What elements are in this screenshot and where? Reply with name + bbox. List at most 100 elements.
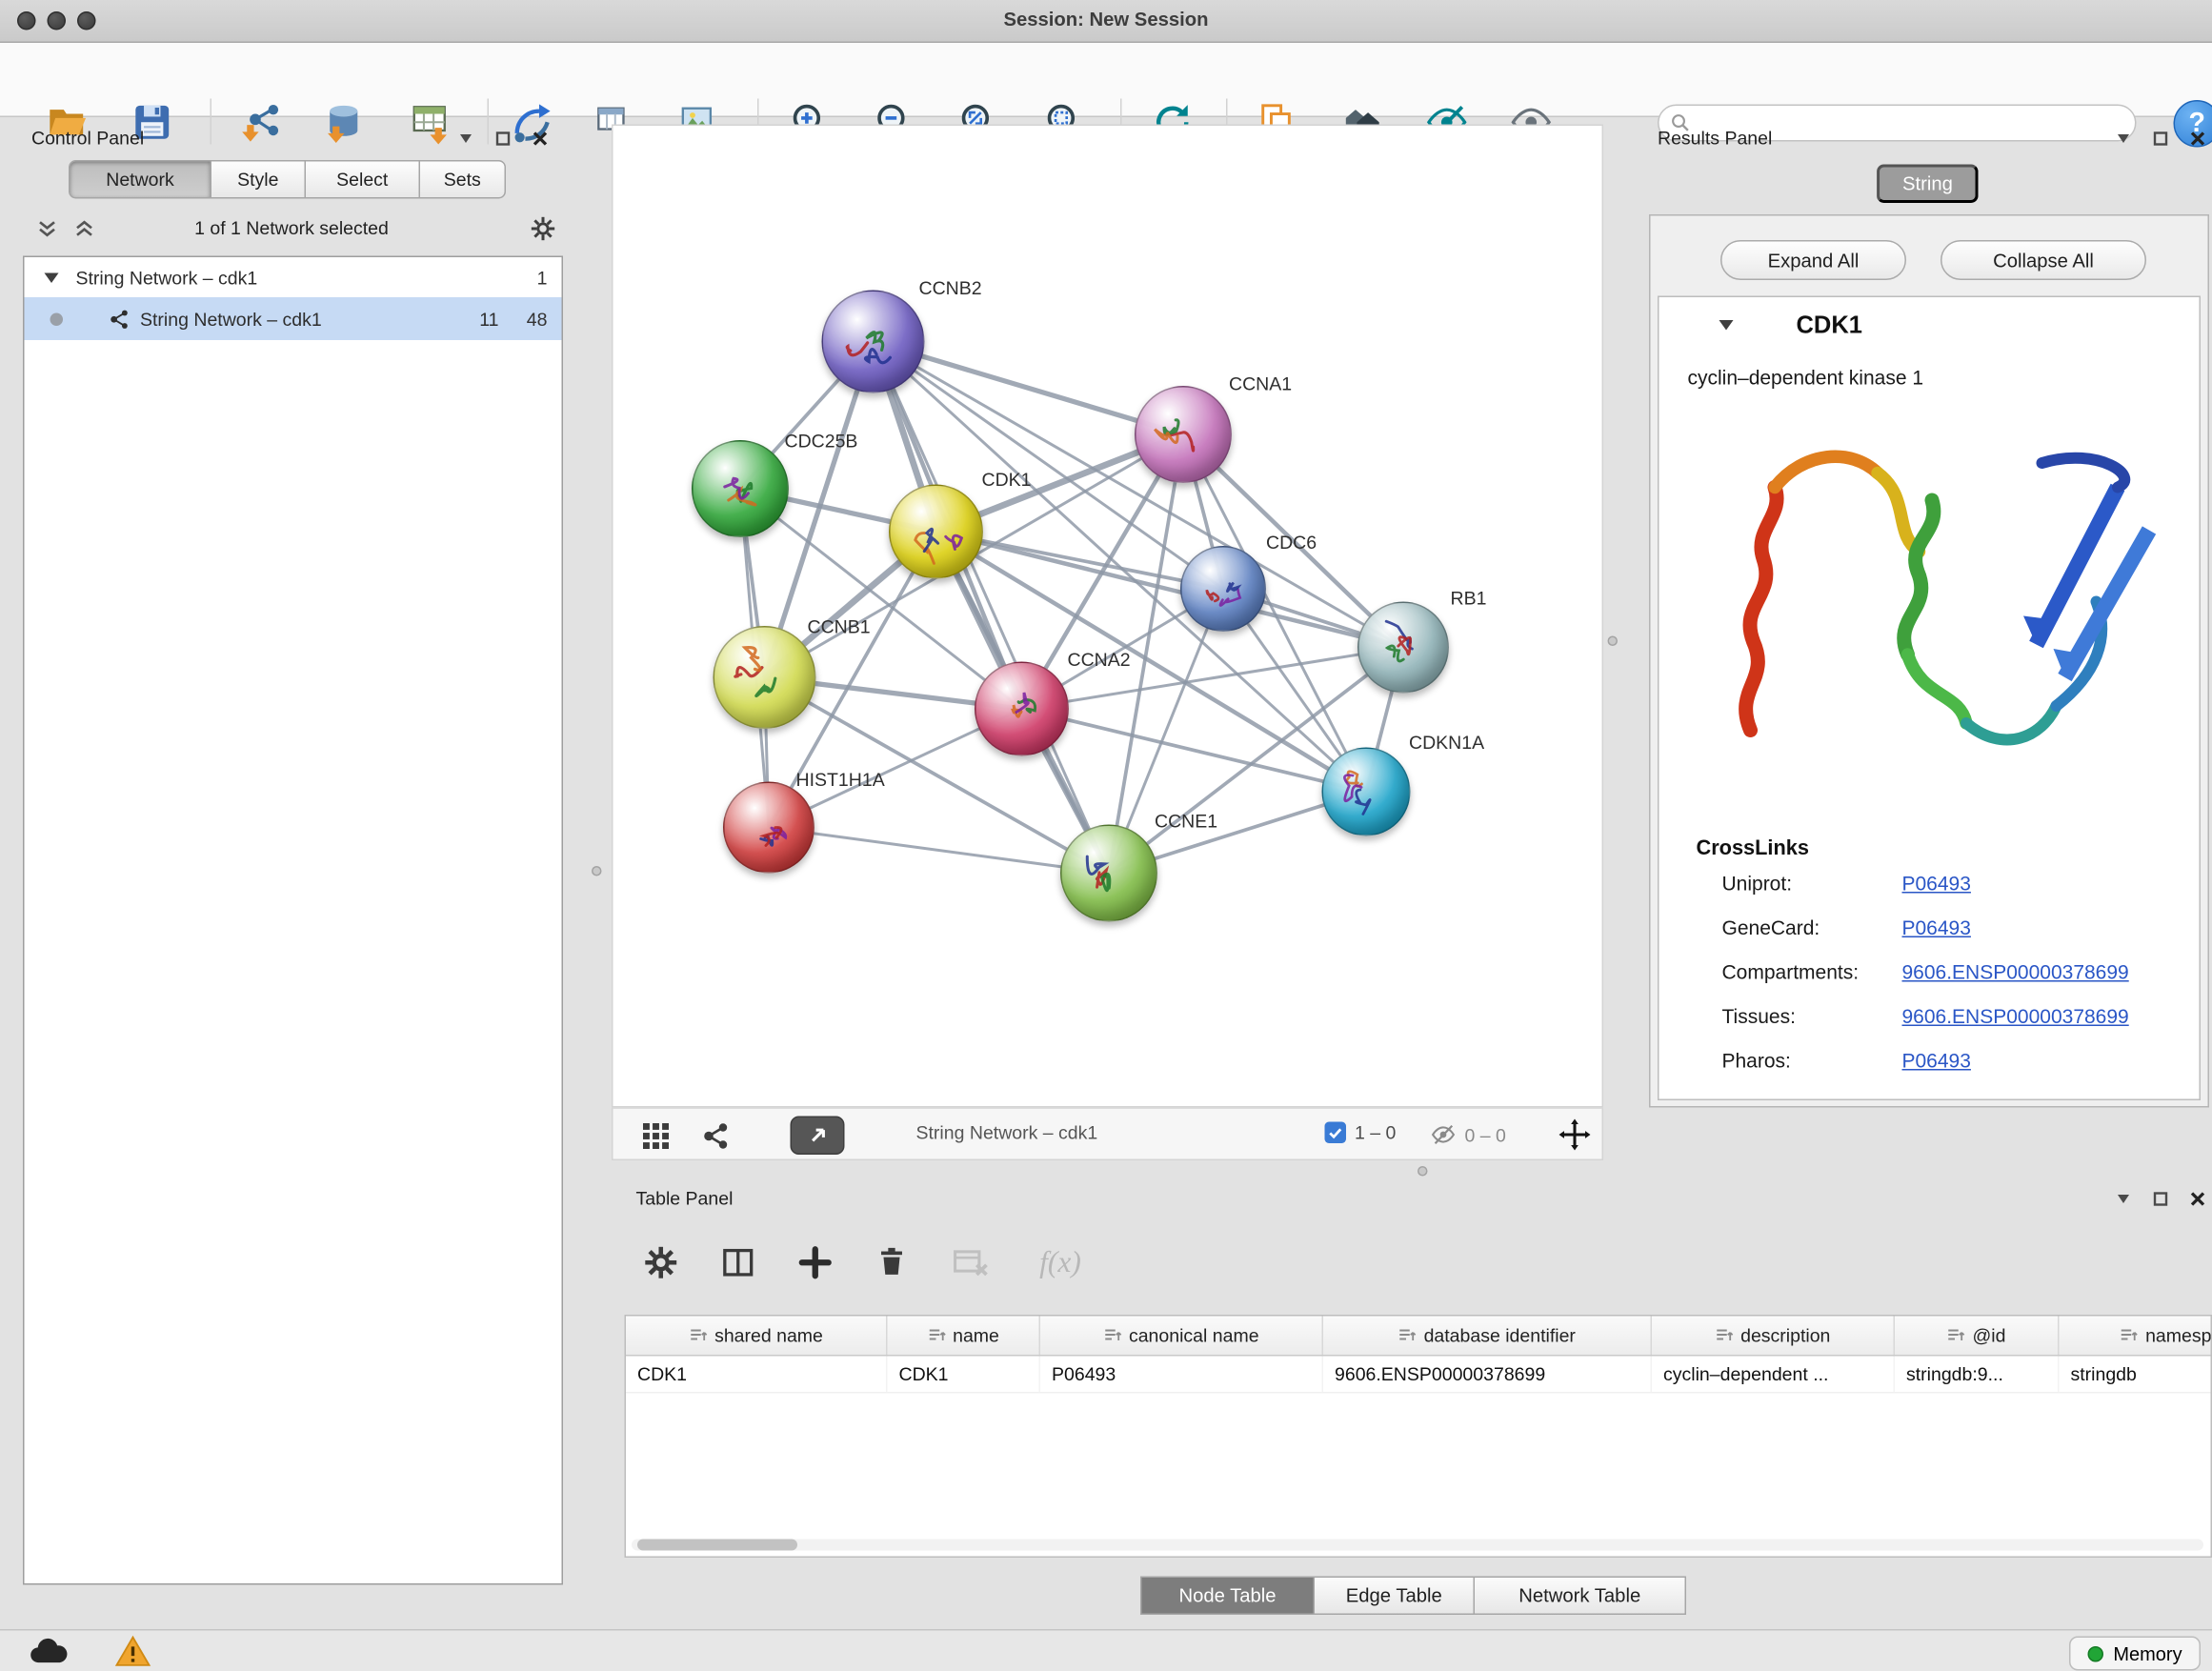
network-edge[interactable] (1022, 709, 1367, 792)
network-edge[interactable] (874, 342, 1110, 874)
show-columns-button[interactable] (714, 1238, 762, 1286)
memory-status-icon (2087, 1645, 2103, 1661)
network-node-ccnb1[interactable] (714, 626, 816, 729)
add-column-button[interactable] (791, 1238, 839, 1286)
network-edge[interactable] (936, 532, 1404, 648)
check-icon (1328, 1125, 1344, 1141)
grid-view-icon[interactable] (642, 1122, 671, 1151)
close-panel-icon[interactable] (532, 131, 549, 148)
splitter-handle[interactable] (1608, 636, 1619, 647)
float-panel-icon[interactable] (457, 131, 474, 148)
column-header-description[interactable]: description (1652, 1317, 1895, 1356)
control-panel: Control Panel Network Style Select Sets … (11, 125, 572, 1594)
table-tabs: Node Table Edge Table Network Table (1140, 1577, 1686, 1616)
crosslink-pharos-link[interactable]: P06493 (1902, 1049, 1971, 1072)
splitter-handle[interactable] (592, 866, 602, 876)
network-view-canvas[interactable]: CCNB2CCNA1CDC25BCDK1CDC6RB1CCNB1CCNA2CDK… (612, 125, 1603, 1108)
expand-all-button[interactable]: Expand All (1720, 240, 1906, 280)
collection-expander-icon[interactable] (45, 272, 59, 283)
close-panel-icon[interactable] (2189, 1191, 2206, 1208)
crosslink-genecard-link[interactable]: P06493 (1902, 916, 1971, 939)
float-panel-icon[interactable] (2115, 131, 2132, 148)
node-label-cdc25b: CDC25B (785, 431, 858, 453)
column-label: name (953, 1325, 999, 1347)
cloud-icon[interactable] (29, 1637, 69, 1667)
function-builder-button[interactable]: f(x) (1022, 1238, 1099, 1286)
application-window: Session: New Session (0, 0, 2212, 1671)
protein-structure-thumbnail (1337, 764, 1397, 824)
column-header-database-identifier[interactable]: database identifier (1323, 1317, 1652, 1356)
cell-namespace[interactable]: stringdb (2060, 1357, 2212, 1393)
network-selection-summary: 1 of 1 Network selected (11, 217, 572, 239)
warning-icon[interactable] (114, 1635, 151, 1668)
collapse-section-icon[interactable] (1719, 320, 1734, 331)
network-node-ccne1[interactable] (1060, 825, 1157, 922)
network-node-rb1[interactable] (1357, 602, 1449, 694)
network-node-ccna2[interactable] (975, 662, 1069, 756)
cell-id[interactable]: stringdb:9... (1895, 1357, 2060, 1393)
maximize-panel-icon[interactable] (2152, 131, 2169, 148)
tab-style[interactable]: Style (211, 160, 306, 199)
crosslink-tissues-link[interactable]: 9606.ENSP00000378699 (1902, 1005, 2129, 1028)
collapse-all-button[interactable]: Collapse All (1941, 240, 2146, 280)
crosslinks-title: CrossLinks (1697, 837, 1809, 860)
column-header-namespace[interactable]: namespace (2060, 1317, 2212, 1356)
node-label-ccnb2: CCNB2 (919, 277, 982, 299)
network-node-ccnb2[interactable] (822, 291, 925, 393)
plus-icon (795, 1242, 835, 1281)
table-row[interactable]: CDK1 CDK1 P06493 9606.ENSP00000378699 cy… (626, 1357, 2211, 1394)
network-edge[interactable] (769, 828, 1109, 874)
gene-card: CDK1 cyclin–dependent kinase 1 Cro (1658, 296, 2201, 1101)
close-panel-icon[interactable] (2189, 131, 2206, 148)
delete-table-button[interactable] (945, 1238, 994, 1286)
column-header-canonical-name[interactable]: canonical name (1040, 1317, 1323, 1356)
open-in-window-button[interactable] (791, 1117, 845, 1156)
tab-edge-table[interactable]: Edge Table (1315, 1577, 1475, 1616)
sort-icon (2120, 1326, 2139, 1345)
pan-crosshair-icon[interactable] (1559, 1119, 1591, 1151)
table-panel-header-icons (2115, 1191, 2206, 1208)
crosslink-compartments-link[interactable]: 9606.ENSP00000378699 (1902, 960, 2129, 983)
column-header-shared-name[interactable]: shared name (626, 1317, 888, 1356)
tab-network-table[interactable]: Network Table (1475, 1577, 1686, 1616)
network-selection-row: 1 of 1 Network selected (11, 213, 572, 248)
network-node-cdkn1a[interactable] (1322, 748, 1411, 836)
float-panel-icon[interactable] (2115, 1191, 2132, 1208)
columns-icon (718, 1242, 757, 1281)
maximize-panel-icon[interactable] (2152, 1191, 2169, 1208)
network-node-ccna1[interactable] (1135, 386, 1232, 483)
tab-select[interactable]: Select (306, 160, 420, 199)
selection-checkbox[interactable] (1325, 1122, 1347, 1144)
node-label-ccnb1: CCNB1 (808, 616, 871, 638)
cell-description[interactable]: cyclin–dependent ... (1652, 1357, 1895, 1393)
results-panel: Results Panel String Expand All Collapse… (1643, 125, 2212, 1111)
delete-column-button[interactable] (868, 1238, 916, 1286)
gear-icon[interactable] (529, 214, 557, 243)
cell-name[interactable]: CDK1 (888, 1357, 1041, 1393)
current-network-name: String Network – cdk1 (916, 1122, 1098, 1144)
column-header-name[interactable]: name (888, 1317, 1041, 1356)
network-node-cdc25b[interactable] (692, 440, 789, 537)
network-node-hist1h1a[interactable] (723, 782, 814, 874)
network-node-cdc6[interactable] (1180, 546, 1266, 632)
splitter-handle[interactable] (1418, 1166, 1428, 1177)
tab-node-table[interactable]: Node Table (1140, 1577, 1315, 1616)
maximize-panel-icon[interactable] (494, 131, 512, 148)
collection-count: 1 (537, 267, 548, 289)
column-header-id[interactable]: @id (1895, 1317, 2060, 1356)
table-settings-button[interactable] (636, 1238, 685, 1286)
tab-string-results[interactable]: String (1877, 165, 1979, 204)
network-row-selected[interactable]: String Network – cdk1 11 48 (25, 297, 562, 340)
network-collection-row[interactable]: String Network – cdk1 1 (25, 257, 562, 297)
scrollbar-thumb[interactable] (637, 1540, 797, 1551)
horizontal-scrollbar[interactable] (632, 1540, 2203, 1551)
tab-network[interactable]: Network (69, 160, 211, 199)
network-node-cdk1[interactable] (889, 485, 983, 579)
cell-canonical-name[interactable]: P06493 (1040, 1357, 1323, 1393)
crosslink-uniprot-link[interactable]: P06493 (1902, 872, 1971, 895)
birds-eye-view-icon[interactable] (702, 1122, 731, 1151)
memory-button[interactable]: Memory (2069, 1637, 2201, 1671)
tab-sets[interactable]: Sets (420, 160, 506, 199)
cell-database-identifier[interactable]: 9606.ENSP00000378699 (1323, 1357, 1652, 1393)
cell-shared-name[interactable]: CDK1 (626, 1357, 888, 1393)
